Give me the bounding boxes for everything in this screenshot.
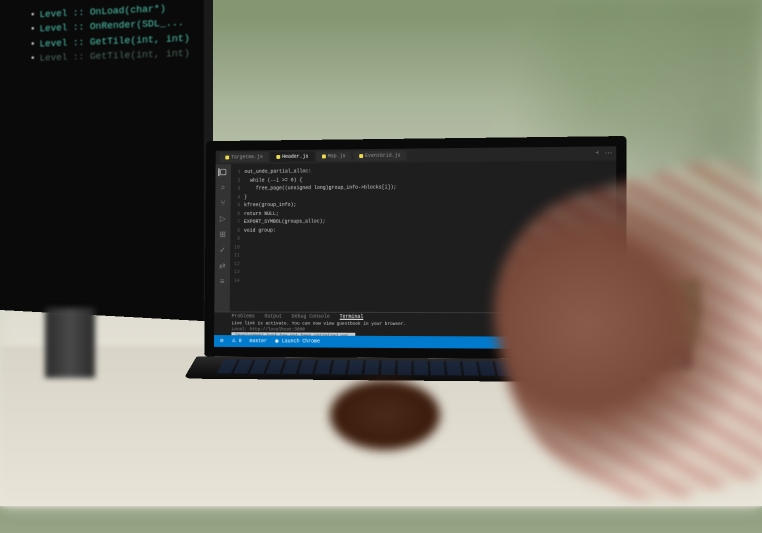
user-hand [330, 380, 440, 450]
more-actions-icon[interactable]: ⋯ [605, 149, 612, 158]
remote-icon[interactable]: ⇄ [218, 262, 226, 270]
code-line: free_page((unsigned long)group_info->blo… [244, 183, 396, 193]
tab-output[interactable]: Output [264, 314, 282, 320]
external-monitor-code: •Level :: OnLoad(char*) •Level :: OnRend… [30, 0, 190, 66]
line-number: 11 [230, 251, 240, 259]
tab-debug-console[interactable]: Debug Console [292, 314, 330, 320]
ext-code-prefix: Level :: [40, 52, 90, 64]
remote-indicator-icon[interactable]: ⊘ [220, 338, 224, 344]
external-monitor: •Level :: OnLoad(char*) •Level :: OnRend… [0, 0, 213, 322]
status-launch[interactable]: ◉ Launch Chrome [275, 338, 320, 344]
ext-code-prefix: Level :: [40, 37, 90, 49]
ext-code-symbol: GetTile(int, int) [90, 33, 190, 47]
tab-map[interactable]: Map.js [316, 151, 351, 161]
ext-code-symbol: GetTile(int, int) [90, 49, 190, 63]
tab-problems[interactable]: Problems [232, 313, 255, 319]
line-number: 5 [231, 201, 241, 209]
activity-bar: ▢ ⌕ ⑂ ▷ ⊞ ✓ ⇄ ≡ [214, 164, 231, 311]
line-number: 14 [230, 277, 240, 285]
database-icon[interactable]: ≡ [218, 278, 226, 286]
status-errors[interactable]: ⚠ 0 [232, 338, 242, 344]
tab-header[interactable]: Header.js [271, 152, 315, 162]
ext-code-symbol: OnLoad(char*) [90, 4, 166, 18]
tab-terminal[interactable]: Terminal [340, 314, 364, 320]
testing-icon[interactable]: ✓ [219, 247, 227, 255]
explorer-icon[interactable]: ▢ [218, 168, 226, 176]
ext-code-symbol: OnRender(SDL_... [90, 18, 184, 33]
monitor-stand [45, 308, 95, 378]
tab-eventgrid[interactable]: EventGrid.js [353, 151, 406, 161]
ext-code-prefix: Level :: [40, 22, 90, 34]
line-number: 4 [231, 193, 241, 201]
line-number: 13 [230, 268, 240, 276]
ext-code-prefix: Level :: [40, 7, 90, 20]
tab-label: Map.js [328, 153, 346, 159]
line-number: 2 [231, 176, 241, 184]
code-line: void group: [244, 226, 397, 235]
js-file-icon [276, 155, 280, 159]
tab-label: Targetme.js [231, 154, 263, 160]
js-file-icon [225, 156, 229, 160]
line-number: 10 [230, 243, 240, 251]
code-content[interactable]: out_undo_partial_alloc: while (--i >= 0)… [243, 167, 396, 312]
status-branch[interactable]: master [249, 338, 267, 344]
line-number: 7 [230, 218, 240, 226]
js-file-icon [359, 154, 363, 158]
extensions-icon[interactable]: ⊞ [219, 231, 227, 239]
tab-label: EventGrid.js [365, 153, 401, 159]
debug-icon[interactable]: ▷ [219, 215, 227, 223]
line-number: 8 [230, 226, 240, 234]
line-number: 3 [231, 185, 241, 193]
source-control-icon[interactable]: ⑂ [219, 200, 227, 208]
tab-label: Header.js [282, 154, 308, 160]
line-number: 6 [231, 210, 241, 218]
js-file-icon [322, 154, 326, 158]
line-number-gutter: 1 2 3 4 5 6 7 8 9 10 11 12 13 14 [230, 168, 245, 311]
split-editor-icon[interactable]: ⫞ [595, 149, 599, 158]
tab-targetme[interactable]: Targetme.js [219, 152, 268, 162]
line-number: 12 [230, 260, 240, 268]
line-number: 1 [231, 168, 241, 176]
search-icon[interactable]: ⌕ [219, 184, 227, 192]
line-number: 9 [230, 235, 240, 243]
